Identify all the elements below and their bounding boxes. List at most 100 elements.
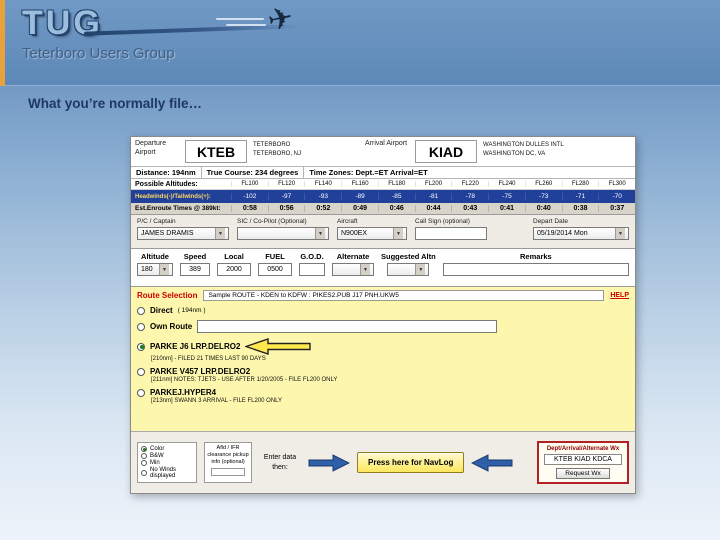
- radio-icon[interactable]: [141, 460, 147, 466]
- local-time-input[interactable]: [217, 263, 251, 276]
- altitude-cell: FL300: [598, 181, 635, 187]
- depart-date-select[interactable]: 05/19/2014 Mon ▼: [533, 227, 629, 240]
- route-option-note: [211nm] NOTES: TJETS - USE AFTER 1/20/20…: [151, 377, 338, 383]
- route-option-own-route[interactable]: Own Route: [137, 320, 629, 333]
- suggested-altn-header: Suggested Altn: [381, 252, 436, 261]
- radio-icon[interactable]: [137, 367, 145, 376]
- altitude-cell: FL240: [488, 181, 525, 187]
- flight-data-row: Altitude 180 ▼ Speed Local FUEL G.O.D.: [131, 249, 635, 287]
- sample-route-text: Sample ROUTE - KDEN to KDFW : PIKES2.PUB…: [203, 290, 605, 301]
- weather-box-title: Dept/Arrival/Alternate Wx: [546, 446, 620, 452]
- slide: TUG Teterboro Users Group ✈ What you’re …: [0, 0, 720, 540]
- flow-arrow-right-icon: [308, 453, 350, 472]
- display-option-bw[interactable]: B&W: [141, 453, 193, 459]
- enroute-time-cell: 0:44: [414, 205, 452, 212]
- departure-city-line2: TETERBORO, NJ: [253, 151, 302, 157]
- wind-cell: -78: [451, 193, 488, 200]
- remarks-input[interactable]: [442, 263, 629, 276]
- wind-cell: -81: [414, 193, 452, 200]
- chevron-down-icon[interactable]: ▼: [393, 228, 403, 239]
- route-selection-title: Route Selection: [137, 291, 198, 300]
- altitude-cell: FL140: [304, 181, 341, 187]
- wind-cells: -102 -97 -93 -89 -85 -81 -78 -75 -73 -71 -70: [231, 193, 635, 200]
- chevron-down-icon[interactable]: ▼: [315, 228, 325, 239]
- chevron-down-icon[interactable]: ▼: [159, 264, 169, 275]
- altitude-cell: FL100: [231, 181, 268, 187]
- request-wx-button[interactable]: Request Wx: [556, 468, 610, 479]
- callsign-field: Call Sign (optional): [415, 218, 487, 245]
- airports-row: Departure Airport KTEB TETERBORO TETERBO…: [131, 137, 635, 167]
- altitude-select[interactable]: 180 ▼: [137, 263, 173, 276]
- ifr-clearance-input[interactable]: [211, 468, 245, 477]
- possible-altitudes-label: Possible Altitudes:: [135, 180, 198, 188]
- route-option-note: [213nm] SWANN 3 ARRIVAL - FILE FL200 ONL…: [151, 398, 283, 404]
- captain-select[interactable]: JAMES DRAMIS ▼: [137, 227, 229, 240]
- aircraft-select[interactable]: N900EX ▼: [337, 227, 407, 240]
- altitude-col: Altitude 180 ▼: [137, 252, 173, 283]
- route-option-note: [210nm] - FILED 21 TIMES LAST 90 DAYS: [151, 356, 266, 362]
- enroute-time-cell: 0:37: [598, 205, 635, 212]
- sic-select[interactable]: ▼: [237, 227, 329, 240]
- alternate-select[interactable]: ▼: [332, 263, 374, 276]
- route-option-label: PARKE J6 LRP.DELRO2: [150, 342, 241, 351]
- altitude-cell: FL180: [377, 181, 415, 187]
- flightplan-screenshot: Departure Airport KTEB TETERBORO TETERBO…: [130, 136, 636, 494]
- display-options-box: Color B&W Min No Winds displayed: [137, 442, 197, 483]
- radio-icon[interactable]: [137, 322, 145, 331]
- route-option-parke-v457[interactable]: PARKE V457 LRP.DELRO2: [137, 367, 629, 376]
- callsign-input[interactable]: [415, 227, 487, 240]
- display-option-min[interactable]: Min: [141, 460, 193, 466]
- true-course-value: True Course: 234 degrees: [202, 167, 305, 178]
- radio-icon[interactable]: [137, 306, 145, 315]
- display-option-label: B&W: [150, 453, 164, 459]
- route-option-parkej-hyper4[interactable]: PARKEJ.HYPER4: [137, 388, 629, 397]
- departure-airport-label: Departure Airport: [135, 140, 167, 156]
- radio-icon[interactable]: [141, 470, 147, 476]
- altitude-cell: FL280: [561, 181, 599, 187]
- altitude-cell: FL220: [451, 181, 488, 187]
- radio-icon[interactable]: [141, 446, 147, 452]
- departure-city-line1: TETERBORO: [253, 142, 291, 148]
- crew-row: P/C / Captain JAMES DRAMIS ▼ SIC / Co-Pi…: [131, 215, 635, 249]
- wind-cell: -75: [488, 193, 525, 200]
- chevron-down-icon[interactable]: ▼: [360, 264, 370, 275]
- route-option-parke-j6[interactable]: PARKE J6 LRP.DELRO2: [137, 338, 629, 355]
- wind-cell: -89: [341, 193, 378, 200]
- radio-icon[interactable]: [137, 342, 145, 351]
- depart-date-value: 05/19/2014 Mon: [537, 230, 588, 237]
- distance-row: Distance: 194nm True Course: 234 degrees…: [131, 167, 635, 179]
- depart-date-label: Depart Date: [533, 218, 569, 225]
- god-col: G.O.D.: [299, 252, 325, 283]
- chevron-down-icon[interactable]: ▼: [415, 264, 426, 275]
- navlog-button[interactable]: Press here for NavLog: [357, 452, 465, 473]
- logo-acronym: TUG: [22, 4, 103, 42]
- flow-arrow-left-icon: [471, 453, 513, 472]
- bottom-bar: Color B&W Min No Winds displayed Afld / …: [131, 431, 635, 493]
- chevron-down-icon[interactable]: ▼: [615, 228, 625, 239]
- accent-stripe: [0, 0, 5, 86]
- route-option-direct[interactable]: Direct ( 194nm ): [137, 306, 629, 315]
- wind-cell: -85: [377, 193, 415, 200]
- route-option-label: Own Route: [150, 322, 193, 331]
- suggested-altn-select[interactable]: ▼: [387, 263, 430, 276]
- enroute-time-cell: 0:56: [267, 205, 305, 212]
- fuel-input[interactable]: [258, 263, 292, 276]
- weather-request-box: Dept/Arrival/Alternate Wx Request Wx: [537, 441, 629, 484]
- help-link[interactable]: HELP: [610, 292, 629, 299]
- display-option-no-winds[interactable]: No Winds displayed: [141, 467, 193, 479]
- winds-label: Headwinds(-)/Tailwinds(+):: [135, 193, 211, 200]
- speed-input[interactable]: [180, 263, 210, 276]
- radio-icon[interactable]: [141, 453, 147, 459]
- own-route-input[interactable]: [197, 320, 498, 333]
- weather-stations-input[interactable]: [544, 454, 622, 465]
- god-input[interactable]: [299, 263, 325, 276]
- chevron-down-icon[interactable]: ▼: [215, 228, 225, 239]
- display-option-color[interactable]: Color: [141, 446, 193, 452]
- display-option-label: Min: [150, 460, 160, 466]
- enroute-time-cell: 0:43: [451, 205, 488, 212]
- departure-airport-code: KTEB: [185, 140, 247, 163]
- sic-label: SIC / Co-Pilot (Optional): [237, 218, 307, 225]
- radio-icon[interactable]: [137, 388, 145, 397]
- captain-value: JAMES DRAMIS: [141, 230, 194, 237]
- departure-airport-city: TETERBORO TETERBORO, NJ: [249, 137, 361, 166]
